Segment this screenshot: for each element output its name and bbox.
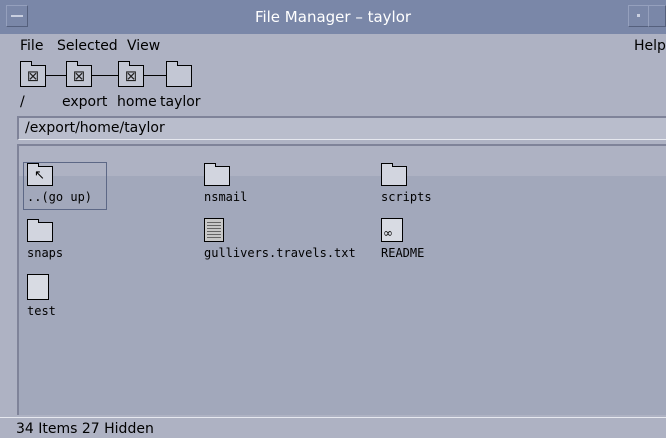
file-item-nsmail[interactable]: nsmail	[204, 163, 394, 206]
file-name: ..(go up)	[27, 190, 93, 204]
readme-document-icon: ∞	[381, 218, 403, 242]
file-name: test	[27, 304, 56, 318]
file-item-readme[interactable]: ∞ README	[381, 218, 571, 260]
path-connector	[144, 75, 166, 76]
file-item-go-up[interactable]: ↖ ..(go up)	[23, 162, 217, 210]
menu-file-label: File	[20, 38, 44, 54]
go-up-folder-icon: ↖	[27, 163, 53, 186]
path-label-home[interactable]: home	[117, 94, 157, 110]
file-name: nsmail	[204, 190, 248, 204]
file-list-area[interactable]: ↖ ..(go up) nsmail scripts snaps gullive…	[17, 144, 666, 415]
file-name: gullivers.travels.txt	[204, 246, 356, 260]
file-name: scripts	[381, 190, 432, 204]
file-item-snaps[interactable]: snaps	[27, 219, 217, 262]
path-root-folder-icon[interactable]: ⊠	[20, 61, 46, 87]
path-connector	[46, 75, 66, 76]
path-export-folder-icon[interactable]: ⊠	[66, 61, 92, 87]
menu-file[interactable]: File	[20, 38, 43, 54]
path-label-export[interactable]: export	[62, 94, 107, 110]
path-labels: / export home taylor	[0, 94, 666, 114]
menu-bar: File Selected View Help	[0, 34, 666, 60]
status-text: 34 Items 27 Hidden	[16, 421, 154, 437]
file-item-gullivers-travels[interactable]: gullivers.travels.txt	[204, 218, 394, 260]
file-name: snaps	[27, 246, 64, 260]
folder-icon	[27, 219, 53, 242]
file-item-scripts[interactable]: scripts	[381, 163, 571, 206]
text-document-icon	[204, 218, 224, 242]
status-bar: 34 Items 27 Hidden	[0, 417, 666, 438]
current-path-field[interactable]: /export/home/taylor	[17, 116, 666, 140]
path-taylor-folder-icon[interactable]	[166, 61, 192, 87]
path-icon-bar: ⊠ ⊠ ⊠	[0, 61, 666, 92]
blank-document-icon	[27, 274, 49, 300]
menu-help-label: Help	[634, 38, 666, 54]
folder-icon	[381, 163, 407, 186]
minimize-button[interactable]	[628, 5, 650, 27]
file-manager-window: File Manager – taylor File Selected View…	[0, 0, 666, 438]
file-name: README	[381, 246, 425, 260]
menu-view-label: View	[127, 38, 161, 54]
window-title: File Manager – taylor	[254, 8, 412, 26]
path-connector	[92, 75, 118, 76]
menu-selected-label: Selected	[57, 38, 118, 54]
menu-selected[interactable]: Selected	[57, 38, 118, 54]
file-item-test[interactable]: test	[27, 274, 217, 318]
title-bar[interactable]: File Manager – taylor	[0, 0, 666, 35]
folder-icon	[204, 163, 230, 186]
maximize-button[interactable]	[648, 5, 666, 27]
path-home-folder-icon[interactable]: ⊠	[118, 61, 144, 87]
menu-help[interactable]: Help	[634, 38, 666, 54]
path-label-taylor[interactable]: taylor	[160, 94, 201, 110]
menu-view[interactable]: View	[127, 38, 160, 54]
path-label-root[interactable]: /	[20, 94, 25, 110]
